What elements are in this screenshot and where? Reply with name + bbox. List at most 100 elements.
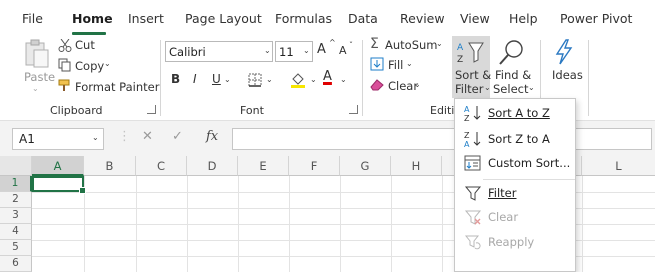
increase-font-size-button[interactable]: A: [317, 42, 326, 57]
formula-input[interactable]: [232, 128, 652, 150]
column-header-h[interactable]: H: [391, 156, 442, 176]
font-name-dropdown-icon[interactable]: ⌄: [264, 46, 271, 55]
group-separator: [588, 40, 589, 116]
tab-formulas[interactable]: Formulas: [275, 11, 332, 26]
sort-z-a-icon: Z A: [464, 131, 481, 148]
column-header-l[interactable]: L: [582, 156, 655, 176]
font-size-dropdown-icon[interactable]: ⌄: [303, 46, 310, 55]
tab-power-pivot[interactable]: Power Pivot: [560, 11, 632, 26]
active-cell-a1[interactable]: [32, 176, 86, 194]
sort-filter-menu: A Z Sort A to Z Z A Sort Z to A Custom S…: [454, 98, 576, 272]
tab-page-layout[interactable]: Page Layout: [185, 11, 262, 26]
borders-icon[interactable]: [248, 73, 263, 87]
autosum-dropdown-icon[interactable]: ⌄: [436, 39, 443, 48]
ideas-button[interactable]: Ideas: [552, 68, 583, 82]
underline-dropdown-icon[interactable]: ⌄: [224, 75, 231, 84]
clear-dropdown-icon[interactable]: ⌄: [414, 80, 421, 89]
row-header-2[interactable]: 2: [0, 192, 32, 208]
fill-dropdown-icon[interactable]: ⌄: [406, 59, 413, 68]
font-name-value: Calibri: [169, 45, 206, 59]
font-launcher-icon[interactable]: [349, 105, 358, 114]
sort-filter-dropdown-icon[interactable]: ⌄: [484, 83, 491, 92]
svg-text:A: A: [457, 43, 464, 53]
copy-icon[interactable]: [58, 58, 72, 72]
font-group-label: Font: [240, 104, 264, 117]
svg-text:A: A: [464, 140, 470, 148]
format-painter-button[interactable]: Format Painter: [75, 80, 159, 94]
tab-file[interactable]: File: [22, 11, 43, 26]
active-tab-indicator: [72, 32, 106, 35]
borders-dropdown-icon[interactable]: ⌄: [266, 75, 273, 84]
formula-bar-divider-icon: ⋮: [118, 129, 131, 144]
paste-icon[interactable]: [24, 39, 50, 69]
font-color-button[interactable]: A: [323, 69, 332, 84]
row-header-4[interactable]: 4: [0, 224, 32, 240]
autosum-button[interactable]: AutoSum: [385, 38, 438, 52]
font-color-dropdown-icon[interactable]: ⌄: [340, 75, 347, 84]
menu-separator: [483, 179, 575, 180]
select-all-corner[interactable]: [0, 156, 32, 176]
name-box-dropdown-icon[interactable]: ⌄: [92, 133, 99, 142]
menu-item-custom-sort[interactable]: Custom Sort...: [455, 151, 575, 175]
column-header-a[interactable]: A: [32, 156, 84, 176]
menu-item-clear: Clear: [455, 205, 575, 229]
bold-button[interactable]: B: [171, 72, 180, 86]
clipboard-launcher-icon[interactable]: [147, 105, 156, 114]
row-header-3[interactable]: 3: [0, 208, 32, 224]
find-select-dropdown-icon[interactable]: ⌄: [528, 83, 535, 92]
cut-icon[interactable]: [58, 39, 72, 52]
column-header-c[interactable]: C: [136, 156, 187, 176]
row-header-1[interactable]: 1: [0, 176, 32, 192]
confirm-entry-icon[interactable]: ✓: [172, 129, 183, 144]
fill-down-icon[interactable]: [370, 57, 384, 71]
find-select-icon[interactable]: [498, 38, 526, 66]
find-select-label-line1[interactable]: Find &: [495, 68, 531, 82]
insert-function-icon[interactable]: fx: [206, 129, 218, 144]
fill-color-icon[interactable]: [290, 71, 306, 89]
cancel-entry-icon[interactable]: ✕: [142, 129, 153, 144]
font-size-value: 11: [279, 45, 294, 59]
menu-item-sort-z-to-a[interactable]: Z A Sort Z to A: [455, 127, 575, 151]
row-header-5[interactable]: 5: [0, 240, 32, 256]
column-header-e[interactable]: E: [238, 156, 289, 176]
tab-review[interactable]: Review: [400, 11, 445, 26]
svg-text:A: A: [464, 105, 470, 114]
name-box[interactable]: A1: [12, 128, 104, 150]
cut-button[interactable]: Cut: [75, 38, 95, 52]
italic-button[interactable]: I: [193, 72, 197, 86]
tab-insert[interactable]: Insert: [128, 11, 164, 26]
decrease-font-size-button[interactable]: A: [339, 44, 347, 57]
font-name-select[interactable]: Calibri: [165, 41, 273, 62]
tab-view[interactable]: View: [460, 11, 490, 26]
column-header-b[interactable]: B: [84, 156, 136, 176]
autosum-icon[interactable]: Σ: [370, 36, 379, 52]
column-header-f[interactable]: F: [289, 156, 340, 176]
clear-eraser-icon[interactable]: [370, 78, 385, 91]
format-painter-icon[interactable]: [58, 79, 72, 92]
sort-filter-label-line1: Sort &: [455, 68, 492, 82]
ideas-lightning-icon[interactable]: [554, 39, 574, 65]
fill-button[interactable]: Fill: [388, 58, 403, 72]
menu-label: Sort Z to A: [488, 132, 550, 146]
menu-item-sort-a-to-z[interactable]: A Z Sort A to Z: [455, 101, 575, 125]
copy-dropdown-icon[interactable]: ⌄: [104, 59, 111, 68]
column-header-g[interactable]: G: [340, 156, 391, 176]
copy-button[interactable]: Copy: [75, 59, 104, 73]
paste-dropdown-icon[interactable]: ⌄: [32, 84, 39, 93]
menu-label: Filter: [488, 186, 517, 200]
fill-color-dropdown-icon[interactable]: ⌄: [310, 75, 317, 84]
tab-help[interactable]: Help: [509, 11, 538, 26]
menu-item-reapply: Reapply: [455, 230, 575, 254]
column-header-d[interactable]: D: [187, 156, 238, 176]
find-select-label-line2[interactable]: Select: [493, 82, 528, 96]
row-header-6[interactable]: 6: [0, 256, 32, 272]
tab-home[interactable]: Home: [72, 11, 113, 26]
menu-label: Sort A to Z: [488, 106, 550, 120]
menu-item-filter[interactable]: Filter: [455, 181, 575, 205]
paste-button[interactable]: Paste: [24, 70, 55, 84]
sort-filter-label-line2: Filter: [455, 82, 484, 96]
group-separator: [160, 40, 161, 116]
name-box-value: A1: [19, 132, 35, 146]
underline-button[interactable]: U: [212, 72, 221, 86]
tab-data[interactable]: Data: [348, 11, 378, 26]
